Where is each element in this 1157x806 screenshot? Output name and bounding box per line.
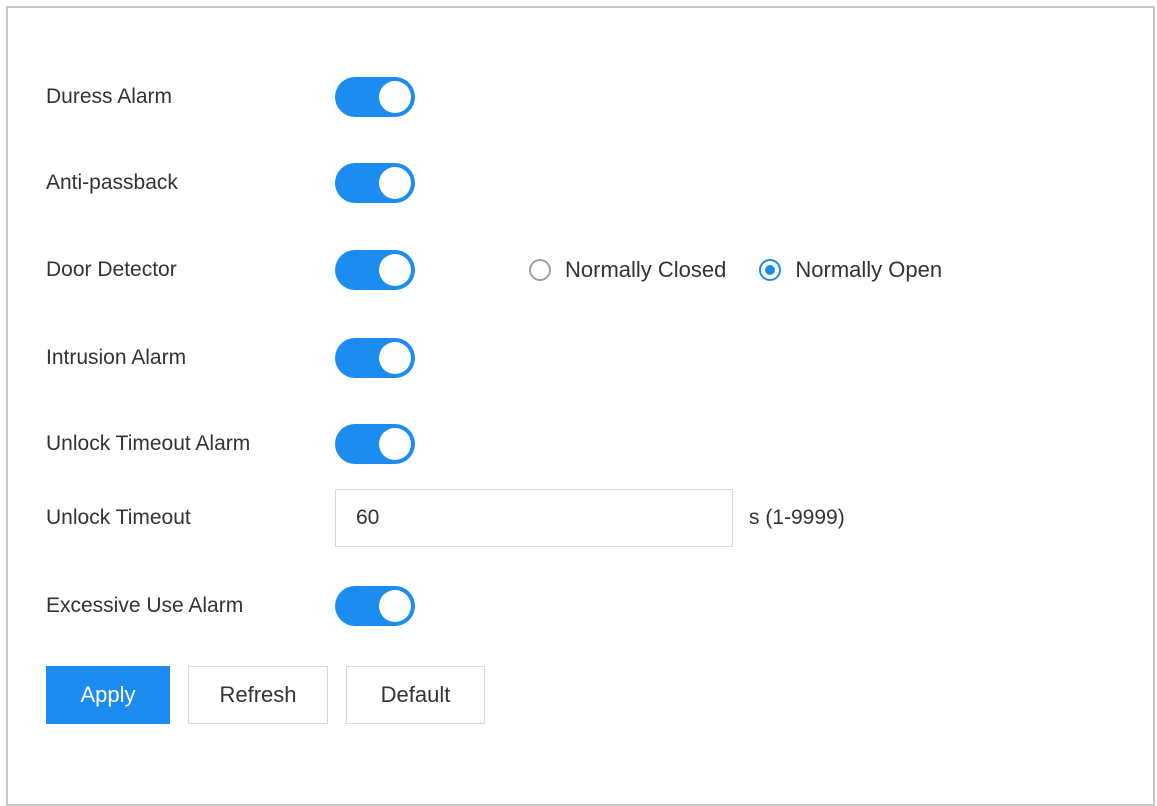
toggle-knob [379,428,411,460]
excessive-use-alarm-label: Excessive Use Alarm [46,594,244,617]
toggle-knob [379,254,411,286]
door-detector-mode-group: Normally Closed Normally Open [529,257,975,283]
action-buttons: Apply Refresh Default [46,666,503,724]
unlock-timeout-alarm-label: Unlock Timeout Alarm [46,432,251,455]
anti-passback-toggle[interactable] [335,163,415,203]
settings-panel: Duress Alarm Anti-passback Door Detector… [6,6,1155,806]
anti-passback-label: Anti-passback [46,171,178,194]
radio-normally-closed[interactable]: Normally Closed [529,257,726,283]
unlock-timeout-input[interactable] [335,489,733,547]
apply-button[interactable]: Apply [46,666,170,724]
row-excessive-use-alarm: Excessive Use Alarm [46,586,415,626]
door-detector-label: Door Detector [46,258,177,281]
duress-alarm-toggle[interactable] [335,77,415,117]
toggle-knob [379,81,411,113]
radio-normally-open[interactable]: Normally Open [759,257,942,283]
radio-unchecked-icon [529,259,551,281]
row-unlock-timeout: Unlock Timeout s (1-9999) [46,489,845,547]
toggle-knob [379,342,411,374]
door-detector-toggle[interactable] [335,250,415,290]
unlock-timeout-unit: s (1-9999) [749,506,845,529]
row-intrusion-alarm: Intrusion Alarm [46,338,415,378]
row-anti-passback: Anti-passback [46,163,415,203]
default-button[interactable]: Default [346,666,485,724]
unlock-timeout-label: Unlock Timeout [46,506,191,529]
row-duress-alarm: Duress Alarm [46,77,415,117]
refresh-button[interactable]: Refresh [188,666,328,724]
radio-normally-open-label: Normally Open [795,257,943,282]
intrusion-alarm-toggle[interactable] [335,338,415,378]
excessive-use-alarm-toggle[interactable] [335,586,415,626]
row-door-detector: Door Detector Normally Closed Normally O… [46,250,975,290]
toggle-knob [379,167,411,199]
radio-normally-closed-label: Normally Closed [565,257,727,282]
intrusion-alarm-label: Intrusion Alarm [46,346,187,369]
toggle-knob [379,590,411,622]
row-unlock-timeout-alarm: Unlock Timeout Alarm [46,424,415,464]
duress-alarm-label: Duress Alarm [46,85,173,108]
radio-checked-icon [759,259,782,281]
unlock-timeout-alarm-toggle[interactable] [335,424,415,464]
